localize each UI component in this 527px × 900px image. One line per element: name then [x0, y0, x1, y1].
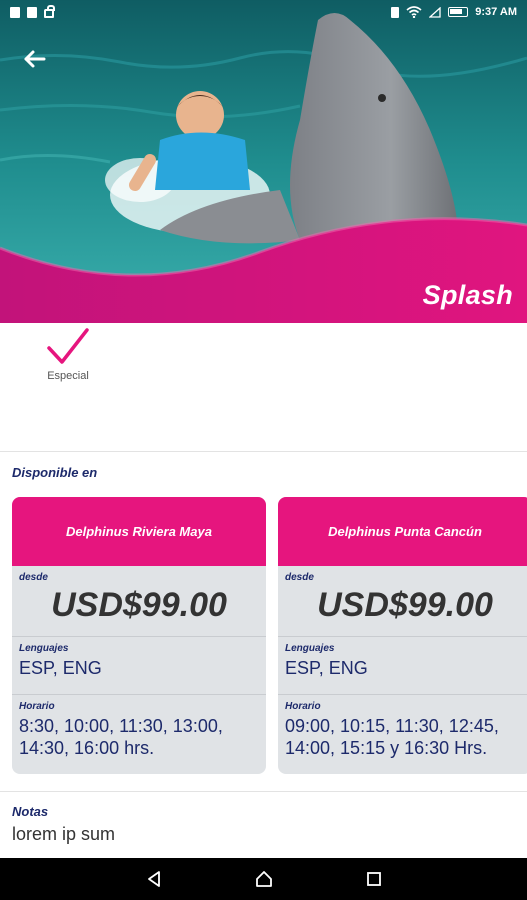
hours-label: Horario [285, 701, 321, 712]
languages-row: Lenguajes ESP, ENG [278, 637, 527, 695]
hero-banner: Splash [0, 0, 527, 323]
hero-image [0, 0, 527, 323]
divider [0, 451, 527, 452]
status-bar: 9:37 AM [0, 0, 527, 24]
triangle-back-icon [147, 871, 160, 887]
signal-icon [429, 6, 441, 18]
check-icon [47, 328, 89, 364]
nav-recents-button[interactable] [363, 868, 385, 890]
languages-label: Lenguajes [19, 643, 69, 654]
arrow-left-icon [24, 50, 46, 68]
location-name: Delphinus Punta Cancún [278, 497, 527, 566]
lock-icon [44, 5, 55, 18]
languages-value: ESP, ENG [19, 658, 102, 678]
status-time: 9:37 AM [475, 6, 517, 18]
wifi-icon [406, 6, 422, 18]
hours-row: Horario 8:30, 10:00, 11:30, 13:00, 14:30… [12, 695, 266, 774]
system-nav-bar [0, 858, 527, 900]
languages-row: Lenguajes ESP, ENG [12, 637, 266, 695]
price-value: USD$99.00 [317, 586, 493, 624]
battery-icon [448, 7, 469, 17]
home-icon [255, 871, 272, 887]
hours-value-line1: 8:30, 10:00, 11:30, 13:00, [19, 716, 223, 736]
nav-back-button[interactable] [143, 868, 165, 890]
nav-home-button[interactable] [253, 868, 275, 890]
page-title: Splash [422, 280, 513, 310]
square-recents-icon [366, 872, 381, 886]
back-button[interactable] [22, 48, 48, 70]
notification-icon [10, 6, 20, 18]
hours-value-line2: 14:00, 15:15 y 16:30 Hrs. [285, 738, 488, 758]
sim-card-icon [27, 6, 37, 18]
price-value: USD$99.00 [51, 586, 227, 624]
notes-heading: Notas [12, 804, 49, 819]
hours-label: Horario [19, 701, 55, 712]
vibrate-icon [391, 6, 400, 18]
hours-row: Horario 09:00, 10:15, 11:30, 12:45, 14:0… [278, 695, 527, 774]
price-label: desde [285, 572, 314, 583]
languages-label: Lenguajes [285, 643, 335, 654]
price-row: desde USD$99.00 [12, 566, 266, 637]
location-card-riviera-maya[interactable]: Delphinus Riviera Maya desde USD$99.00 L… [12, 497, 266, 774]
languages-value: ESP, ENG [285, 658, 368, 678]
feature-especial: Especial [38, 326, 98, 382]
hours-value-line1: 09:00, 10:15, 11:30, 12:45, [285, 716, 499, 736]
feature-label: Especial [47, 370, 89, 382]
price-label: desde [19, 572, 48, 583]
notes-text: lorem ip sum [12, 824, 116, 844]
hours-value-line2: 14:30, 16:00 hrs. [19, 738, 155, 758]
location-card-punta-cancun[interactable]: Delphinus Punta Cancún desde USD$99.00 L… [278, 497, 527, 774]
price-row: desde USD$99.00 [278, 566, 527, 637]
divider [0, 791, 527, 792]
location-name: Delphinus Riviera Maya [12, 497, 266, 566]
available-heading: Disponible en [12, 465, 98, 480]
